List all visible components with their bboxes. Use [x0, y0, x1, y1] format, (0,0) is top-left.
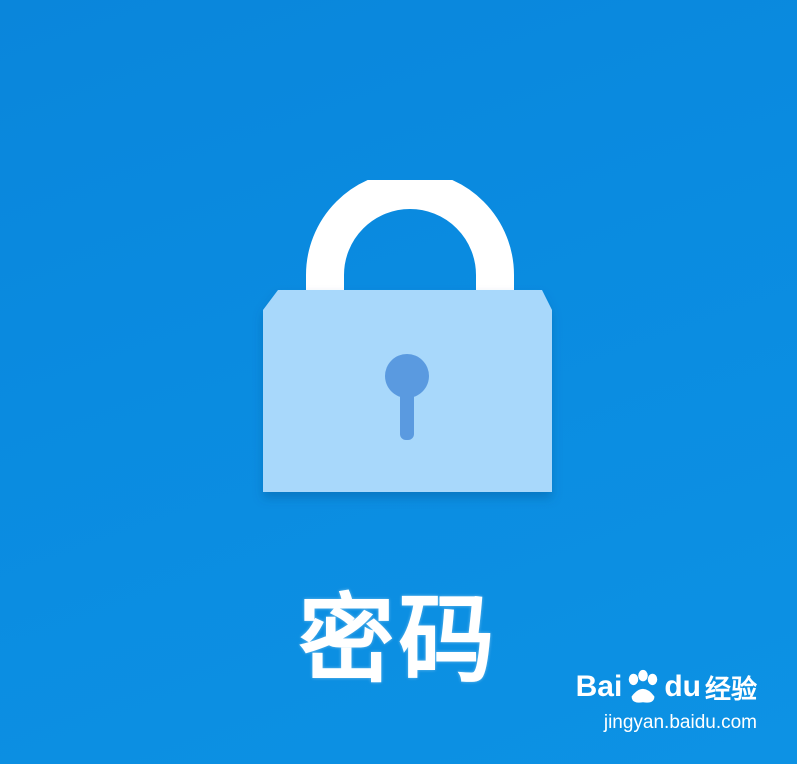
password-tile[interactable]: 密码	[0, 0, 797, 764]
baidu-jingyan-watermark: Bai du 经验 jingyan.baidu.com	[537, 666, 757, 746]
watermark-brand-right: du	[664, 670, 701, 703]
watermark-product: 经验	[704, 674, 757, 705]
watermark-brand: Bai du 经验	[576, 666, 757, 708]
paw-icon	[629, 669, 658, 703]
lock-icon	[263, 180, 552, 492]
watermark-brand-left: Bai	[575, 670, 623, 703]
watermark-url: jingyan.baidu.com	[603, 712, 757, 733]
